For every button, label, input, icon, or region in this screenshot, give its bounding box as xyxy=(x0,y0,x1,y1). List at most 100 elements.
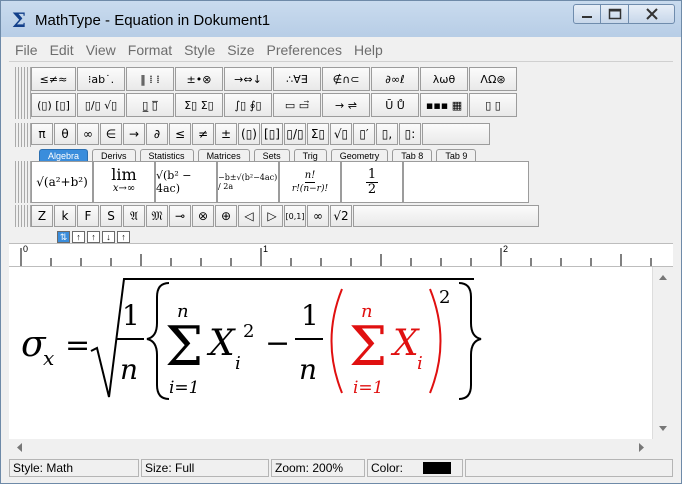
menu-preferences[interactable]: Preferences xyxy=(260,39,347,61)
menu-edit[interactable]: Edit xyxy=(44,39,80,61)
close-button[interactable] xyxy=(629,4,675,24)
right-triangle-symbol[interactable]: ▷ xyxy=(261,205,283,227)
fraktur-a[interactable]: 𝔄 xyxy=(123,205,145,227)
products-templates[interactable]: Ū Ů xyxy=(371,93,419,117)
misc-symbols-palette[interactable]: ∂∞ℓ xyxy=(371,67,419,91)
horizontal-scrollbar[interactable] xyxy=(9,439,652,456)
multimap-symbol[interactable]: ⊸ xyxy=(169,205,191,227)
menu-style[interactable]: Style xyxy=(178,39,221,61)
fraktur-m[interactable]: 𝔐 xyxy=(146,205,168,227)
double-struck-z[interactable]: Z xyxy=(31,205,53,227)
vscroll-arrows xyxy=(659,275,667,431)
scroll-up-icon xyxy=(659,275,667,280)
nudge-up-icon[interactable]: ↑ xyxy=(72,231,85,243)
infinity-symbol[interactable]: ∞ xyxy=(77,123,99,145)
limit-template[interactable]: lim x→∞ xyxy=(93,161,155,203)
prime-template[interactable]: ▯′ xyxy=(353,123,375,145)
scroll-right-icon xyxy=(639,443,644,452)
maximize-button[interactable] xyxy=(601,4,629,24)
combination-template[interactable]: n! r!(n−r)! xyxy=(279,161,341,203)
interval-template[interactable]: [0,1] xyxy=(284,205,306,227)
circled-plus-symbol[interactable]: ⊕ xyxy=(215,205,237,227)
logical-palette[interactable]: ∴∀∃ xyxy=(273,67,321,91)
scroll-left-icon xyxy=(17,443,22,452)
greek-lowercase-palette[interactable]: λωθ xyxy=(420,67,468,91)
subscript-templates[interactable]: ▯̲ ▯̅ xyxy=(126,93,174,117)
summation-templates[interactable]: Σ▯ Σ▯ xyxy=(175,93,223,117)
embellishments-palette[interactable]: ‖ ⁞ ⁞ xyxy=(126,67,174,91)
integral-templates[interactable]: ∫▯ ∮▯ xyxy=(224,93,272,117)
algebra-template-bar: √(a²+b²) lim x→∞ √(b² − 4ac) −b±√(b²−4ac… xyxy=(31,161,529,203)
limit-label: lim xyxy=(111,165,137,184)
template-empty-slot[interactable] xyxy=(403,161,529,203)
sum-template[interactable]: Σ▯ xyxy=(307,123,329,145)
sqrt-template[interactable]: √▯ xyxy=(330,123,352,145)
ruler: 0 1 2 xyxy=(9,243,673,267)
ruler-ticks xyxy=(20,248,652,266)
toolbar-grip[interactable] xyxy=(15,67,31,119)
menu-view[interactable]: View xyxy=(80,39,122,61)
nudge-toggle-icon[interactable]: ⇅ xyxy=(57,231,70,243)
element-of-symbol[interactable]: ∈ xyxy=(100,123,122,145)
labeled-arrow-templates[interactable]: → ⇌ xyxy=(322,93,370,117)
operators-palette[interactable]: ±•⊗ xyxy=(175,67,223,91)
sqrt-two-template[interactable]: √2 xyxy=(330,205,352,227)
bottom-bar-empty-slot[interactable] xyxy=(353,205,539,227)
minimize-button[interactable] xyxy=(573,4,601,24)
fraction-template[interactable]: ▯/▯ xyxy=(284,123,306,145)
vertical-scrollbar[interactable] xyxy=(652,267,673,439)
sqrt-sum-squares-template[interactable]: √(a²+b²) xyxy=(31,161,93,203)
eq-X-subscript-i: i xyxy=(235,353,241,374)
nudge-down-icon[interactable]: ↓ xyxy=(102,231,115,243)
nudge-up-alt-icon[interactable]: ↑ xyxy=(87,231,100,243)
small-bar-grip[interactable] xyxy=(15,123,31,147)
menu-format[interactable]: Format xyxy=(122,39,178,61)
bottom-bar-grip[interactable] xyxy=(15,205,31,227)
template-bar-grip[interactable] xyxy=(15,161,31,203)
eq-sum1-sigma: Σ xyxy=(165,315,203,378)
fraktur-k[interactable]: k xyxy=(54,205,76,227)
comma-template[interactable]: ▯, xyxy=(376,123,398,145)
script-s[interactable]: S xyxy=(100,205,122,227)
circled-times-symbol[interactable]: ⊗ xyxy=(192,205,214,227)
sqrt-discriminant-template[interactable]: √(b² − 4ac) xyxy=(155,161,217,203)
window-controls xyxy=(573,4,675,26)
small-bar-empty-slot[interactable] xyxy=(422,123,490,145)
limit-subscript: x→∞ xyxy=(112,183,136,194)
parentheses-template[interactable]: (▯) xyxy=(238,123,260,145)
colon-template[interactable]: ▯: xyxy=(399,123,421,145)
fence-templates[interactable]: (▯) [▯] xyxy=(31,93,76,117)
equation-editing-area[interactable]: σ x = 1 n n Σ i=1 X i 2 − 1 n n Σ i=1 X … xyxy=(9,267,652,439)
window-title: MathType - Equation in Dokument1 xyxy=(35,12,271,29)
greek-uppercase-palette[interactable]: ΛΩ⊛ xyxy=(469,67,517,91)
script-f[interactable]: F xyxy=(77,205,99,227)
menu-size[interactable]: Size xyxy=(221,39,260,61)
bar-templates[interactable]: ▭ ▭⃗ xyxy=(273,93,321,117)
box-templates[interactable]: ▯ ▯ xyxy=(469,93,517,117)
relational-palette[interactable]: ≤≠≈ xyxy=(31,67,76,91)
less-equal-symbol[interactable]: ≤ xyxy=(169,123,191,145)
brackets-template[interactable]: [▯] xyxy=(261,123,283,145)
eq-subscript-x: x xyxy=(43,346,54,370)
pi-symbol[interactable]: π xyxy=(31,123,53,145)
infinity-symbol-2[interactable]: ∞ xyxy=(307,205,329,227)
left-triangle-symbol[interactable]: ◁ xyxy=(238,205,260,227)
nudge-up-end-icon[interactable]: ↑ xyxy=(117,231,130,243)
half-fraction-template[interactable]: 1 2 xyxy=(341,161,403,203)
not-equal-symbol[interactable]: ≠ xyxy=(192,123,214,145)
status-color-label: Color: xyxy=(371,461,404,475)
partial-symbol[interactable]: ∂ xyxy=(146,123,168,145)
plus-minus-symbol[interactable]: ± xyxy=(215,123,237,145)
hscroll-arrows xyxy=(17,443,644,452)
eq-left-paren xyxy=(330,288,343,394)
quadratic-formula-template[interactable]: −b±√(b²−4ac) / 2a xyxy=(217,161,279,203)
arrows-palette[interactable]: →⇔↓ xyxy=(224,67,272,91)
menu-file[interactable]: File xyxy=(9,39,44,61)
menu-help[interactable]: Help xyxy=(348,39,389,61)
matrix-templates[interactable]: ▪▪▪ ▦ xyxy=(420,93,468,117)
theta-symbol[interactable]: θ xyxy=(54,123,76,145)
fraction-radical-templates[interactable]: ▯/▯ √▯ xyxy=(77,93,125,117)
right-arrow-symbol[interactable]: → xyxy=(123,123,145,145)
set-theory-palette[interactable]: ∉∩⊂ xyxy=(322,67,370,91)
spaces-palette[interactable]: ⁝ab˙. xyxy=(77,67,125,91)
